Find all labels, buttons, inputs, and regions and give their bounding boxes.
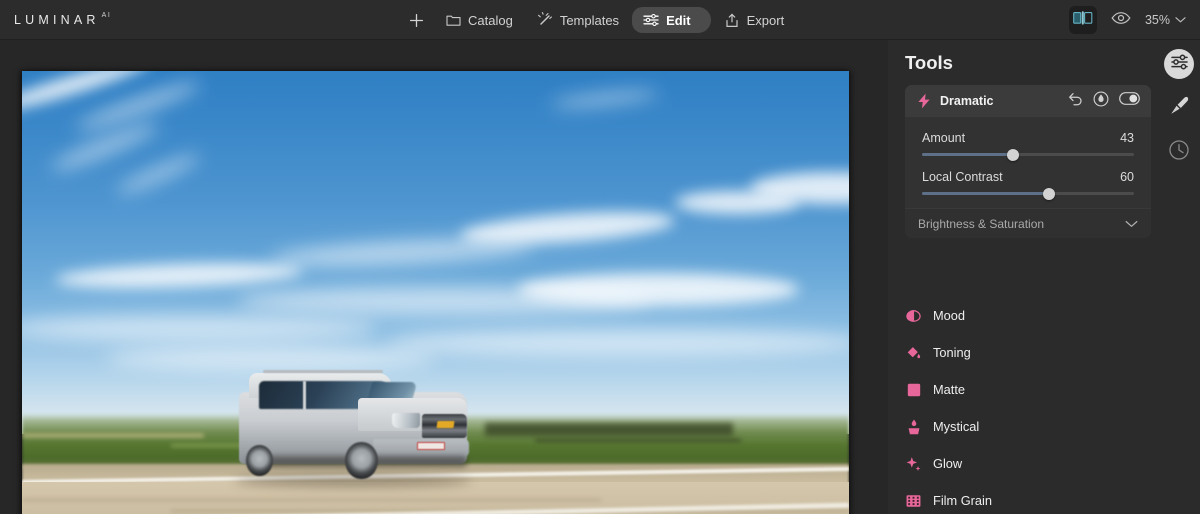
road-streak xyxy=(22,498,601,501)
nav-item-catalog[interactable]: Catalog xyxy=(434,7,524,33)
vehicle-b-pillar xyxy=(303,381,307,410)
tool-list: Mood Toning Matte Mystical Glow Film Gra… xyxy=(905,297,1151,514)
app-logo-superscript: AI xyxy=(101,11,112,19)
slider-amount-knob[interactable] xyxy=(1007,148,1020,161)
field-shadow xyxy=(485,422,734,436)
nav-item-edit[interactable]: Edit xyxy=(632,7,711,33)
lightning-bolt-icon xyxy=(916,93,931,109)
slider-amount-fill xyxy=(922,153,1014,156)
subsection-brightness-saturation[interactable]: Brightness & Saturation xyxy=(905,208,1151,238)
image-canvas[interactable] xyxy=(0,40,888,514)
rail-item-edit-sliders[interactable] xyxy=(1164,49,1194,79)
share-icon xyxy=(724,12,740,28)
tool-item-matte[interactable]: Matte xyxy=(905,371,1151,408)
nav-item-export[interactable]: Export xyxy=(713,7,796,33)
field-streak xyxy=(534,439,742,442)
slider-amount-value: 43 xyxy=(1120,131,1134,145)
subject-vehicle xyxy=(229,356,477,494)
subsection-label: Brightness & Saturation xyxy=(918,216,1045,231)
preview-toggle-button[interactable] xyxy=(1109,8,1133,32)
undo-icon[interactable] xyxy=(1068,92,1083,111)
mood-mask-icon xyxy=(906,308,921,323)
tool-label-mood: Mood xyxy=(933,308,966,323)
vehicle-license-plate xyxy=(417,441,445,450)
zoom-level-control[interactable]: 35% xyxy=(1145,13,1190,27)
nav-label-edit: Edit xyxy=(666,12,691,28)
vehicle-front-wheel xyxy=(345,441,378,479)
sliders-icon xyxy=(1170,54,1189,75)
chevron-down-icon xyxy=(1175,13,1186,27)
tool-label-glow: Glow xyxy=(933,456,963,471)
slider-local-contrast-label: Local Contrast xyxy=(922,170,1003,184)
slider-amount-labels: Amount 43 xyxy=(922,131,1134,145)
nav-add-button[interactable] xyxy=(400,7,432,33)
tool-label-film-grain: Film Grain xyxy=(933,493,993,508)
nav-label-templates: Templates xyxy=(559,12,620,28)
slider-local-contrast-fill xyxy=(922,192,1050,195)
top-right-controls: 35% xyxy=(1068,0,1190,40)
plus-icon xyxy=(408,12,424,28)
top-toolbar: LUMINAR AI Catalog Templates Edit Export… xyxy=(0,0,1200,40)
vehicle-headlight xyxy=(392,412,420,428)
square-icon xyxy=(906,382,921,397)
vehicle-rear-wheel xyxy=(246,444,274,477)
field-streak xyxy=(22,434,204,438)
tool-item-glow[interactable]: Glow xyxy=(905,445,1151,482)
nav-label-catalog: Catalog xyxy=(468,12,513,28)
slider-amount-track[interactable] xyxy=(922,148,1134,161)
tool-item-toning[interactable]: Toning xyxy=(905,334,1151,371)
slider-amount: Amount 43 xyxy=(922,131,1134,161)
app-logo: LUMINAR AI xyxy=(14,11,112,27)
main-nav: Catalog Templates Edit Export xyxy=(400,0,795,40)
zoom-level-value: 35% xyxy=(1144,13,1170,27)
folder-icon xyxy=(445,12,461,28)
active-tool-actions xyxy=(1068,91,1140,112)
tool-item-mood[interactable]: Mood xyxy=(905,297,1151,334)
tools-panel: Tools Dramatic Amount 43 Local Contrast … xyxy=(888,40,1200,514)
active-tool-header[interactable]: Dramatic xyxy=(905,85,1151,117)
eye-icon xyxy=(1111,11,1131,30)
sparkle-icon xyxy=(906,456,921,471)
luminar-ai-window: LUMINAR AI Catalog Templates Edit Export… xyxy=(0,0,1200,514)
compare-split-view-icon xyxy=(1073,10,1093,30)
clock-icon xyxy=(1168,139,1190,166)
slider-local-contrast-knob[interactable] xyxy=(1043,187,1056,200)
candle-flame-icon xyxy=(906,419,921,434)
rail-item-history[interactable] xyxy=(1164,137,1194,167)
slider-amount-label: Amount xyxy=(922,131,966,145)
toggle-switch-icon[interactable] xyxy=(1119,92,1140,110)
panel-title: Tools xyxy=(905,52,953,73)
photo-preview[interactable] xyxy=(22,71,849,514)
film-strip-icon xyxy=(906,493,921,508)
active-tool-name: Dramatic xyxy=(940,94,994,108)
cloud-puff xyxy=(675,190,800,214)
slider-local-contrast-labels: Local Contrast 60 xyxy=(922,170,1134,184)
rail-item-brush[interactable] xyxy=(1164,93,1194,123)
compare-view-button[interactable] xyxy=(1068,6,1097,34)
slider-local-contrast: Local Contrast 60 xyxy=(922,170,1134,200)
paint-bucket-icon xyxy=(906,345,921,360)
magic-wand-icon xyxy=(537,12,553,28)
tool-item-mystical[interactable]: Mystical xyxy=(905,408,1151,445)
vehicle-emblem xyxy=(436,421,455,428)
tools-rail xyxy=(1158,40,1200,514)
tool-label-toning: Toning xyxy=(933,345,971,360)
mask-circle-icon[interactable] xyxy=(1093,91,1109,112)
sliders-icon xyxy=(643,12,659,28)
active-tool-card: Dramatic Amount 43 Local Contrast 60 Bri… xyxy=(905,85,1151,238)
cloud-band xyxy=(518,273,800,306)
cloud-band xyxy=(385,328,849,357)
brush-icon xyxy=(1169,95,1190,121)
active-tool-sliders: Amount 43 Local Contrast 60 xyxy=(905,117,1151,208)
tool-label-matte: Matte xyxy=(933,382,966,397)
vehicle-roof-rack xyxy=(263,369,383,373)
slider-local-contrast-value: 60 xyxy=(1120,170,1134,184)
slider-local-contrast-track[interactable] xyxy=(922,187,1134,200)
chevron-down-icon xyxy=(1125,215,1138,233)
nav-label-export: Export xyxy=(746,12,785,28)
app-logo-text: LUMINAR xyxy=(14,12,100,27)
nav-item-templates[interactable]: Templates xyxy=(526,7,630,33)
tool-label-mystical: Mystical xyxy=(933,419,980,434)
tool-item-film-grain[interactable]: Film Grain xyxy=(905,482,1151,514)
